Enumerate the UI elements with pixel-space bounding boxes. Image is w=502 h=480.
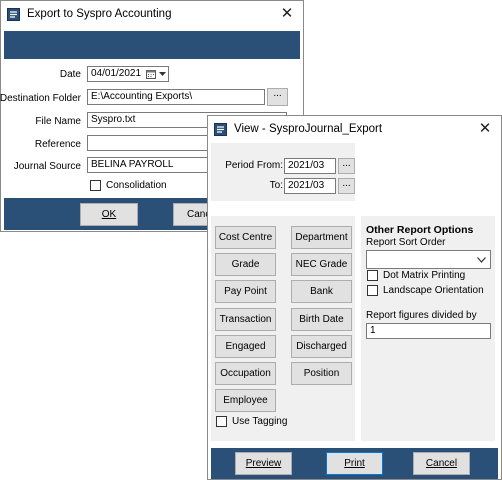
landscape-label: Landscape Orientation	[383, 285, 484, 296]
view-titlebar[interactable]: View - SysproJournal_Export ✕	[208, 116, 501, 144]
chevron-down-icon[interactable]	[477, 257, 486, 263]
print-button[interactable]: Print	[326, 452, 383, 475]
other-options-panel: Other Report Options Report Sort Order D…	[361, 216, 495, 441]
dot-matrix-checkbox[interactable]	[367, 270, 378, 281]
preview-button[interactable]: Preview	[235, 452, 292, 475]
export-title: Export to Syspro Accounting	[27, 8, 172, 20]
occupation-button[interactable]: Occupation	[215, 362, 276, 385]
date-picker[interactable]: 04/01/2021	[87, 66, 169, 82]
sort-order-label: Report Sort Order	[366, 237, 446, 248]
view-cancel-button[interactable]: Cancel	[413, 452, 470, 475]
destination-folder-label: Destination Folder	[0, 93, 81, 104]
birth-date-button[interactable]: Birth Date	[291, 308, 352, 331]
landscape-checkbox[interactable]	[367, 285, 378, 296]
date-value: 04/01/2021	[91, 68, 142, 79]
engaged-button[interactable]: Engaged	[215, 335, 276, 358]
dot-matrix-label: Dot Matrix Printing	[383, 270, 466, 281]
export-close-icon[interactable]: ✕	[279, 6, 295, 22]
view-cancel-button-label: Cancel	[425, 458, 458, 469]
figures-divided-input[interactable]: 1	[366, 323, 491, 339]
other-options-heading: Other Report Options	[366, 224, 474, 236]
period-from-input[interactable]: 2021/03	[284, 158, 336, 174]
department-button[interactable]: Department	[291, 226, 352, 249]
chevron-down-icon[interactable]	[159, 72, 166, 77]
period-from-browse-button[interactable]: ...	[338, 158, 355, 174]
destination-browse-button[interactable]: ...	[267, 88, 288, 106]
destination-folder-input[interactable]: E:\Accounting Exports\	[87, 89, 265, 105]
ok-button-label: OK	[101, 209, 117, 220]
period-to-label: To:	[269, 180, 283, 191]
sort-order-select[interactable]	[366, 250, 491, 269]
export-header-banner	[4, 31, 300, 59]
reference-label: Reference	[34, 139, 81, 150]
app-icon	[7, 8, 20, 21]
preview-button-label: Preview	[245, 458, 282, 469]
grouping-panel: Cost Centre Grade Pay Point Transaction …	[211, 216, 355, 441]
export-titlebar[interactable]: Export to Syspro Accounting ✕	[1, 1, 303, 29]
period-to-input[interactable]: 2021/03	[284, 178, 336, 194]
period-to-browse-button[interactable]: ...	[338, 178, 355, 194]
calendar-icon[interactable]	[146, 69, 156, 79]
employee-button[interactable]: Employee	[215, 389, 276, 412]
grade-button[interactable]: Grade	[215, 253, 276, 276]
cost-centre-button[interactable]: Cost Centre	[215, 226, 276, 249]
print-button-label: Print	[344, 458, 365, 469]
journal-source-label: Journal Source	[13, 161, 81, 172]
position-button[interactable]: Position	[291, 362, 352, 385]
nec-grade-button[interactable]: NEC Grade	[291, 253, 352, 276]
use-tagging-label: Use Tagging	[232, 416, 288, 427]
view-title: View - SysproJournal_Export	[234, 123, 383, 135]
period-from-label: Period From:	[225, 160, 283, 171]
view-close-icon[interactable]: ✕	[477, 121, 493, 137]
consolidation-label: Consolidation	[106, 180, 167, 191]
period-panel: Period From: 2021/03 ... To: 2021/03 ...	[211, 143, 355, 201]
pay-point-button[interactable]: Pay Point	[215, 280, 276, 303]
ok-button[interactable]: OK	[80, 203, 138, 226]
use-tagging-checkbox[interactable]	[216, 416, 227, 427]
discharged-button[interactable]: Discharged	[291, 335, 352, 358]
consolidation-checkbox[interactable]	[90, 180, 101, 191]
date-label: Date	[59, 69, 81, 80]
transaction-button[interactable]: Transaction	[215, 308, 276, 331]
figures-divided-label: Report figures divided by	[366, 310, 477, 321]
app-icon	[214, 123, 227, 136]
bank-button[interactable]: Bank	[291, 280, 352, 303]
view-dialog: View - SysproJournal_Export ✕ Period Fro…	[207, 115, 502, 480]
file-name-label: File Name	[35, 116, 81, 127]
